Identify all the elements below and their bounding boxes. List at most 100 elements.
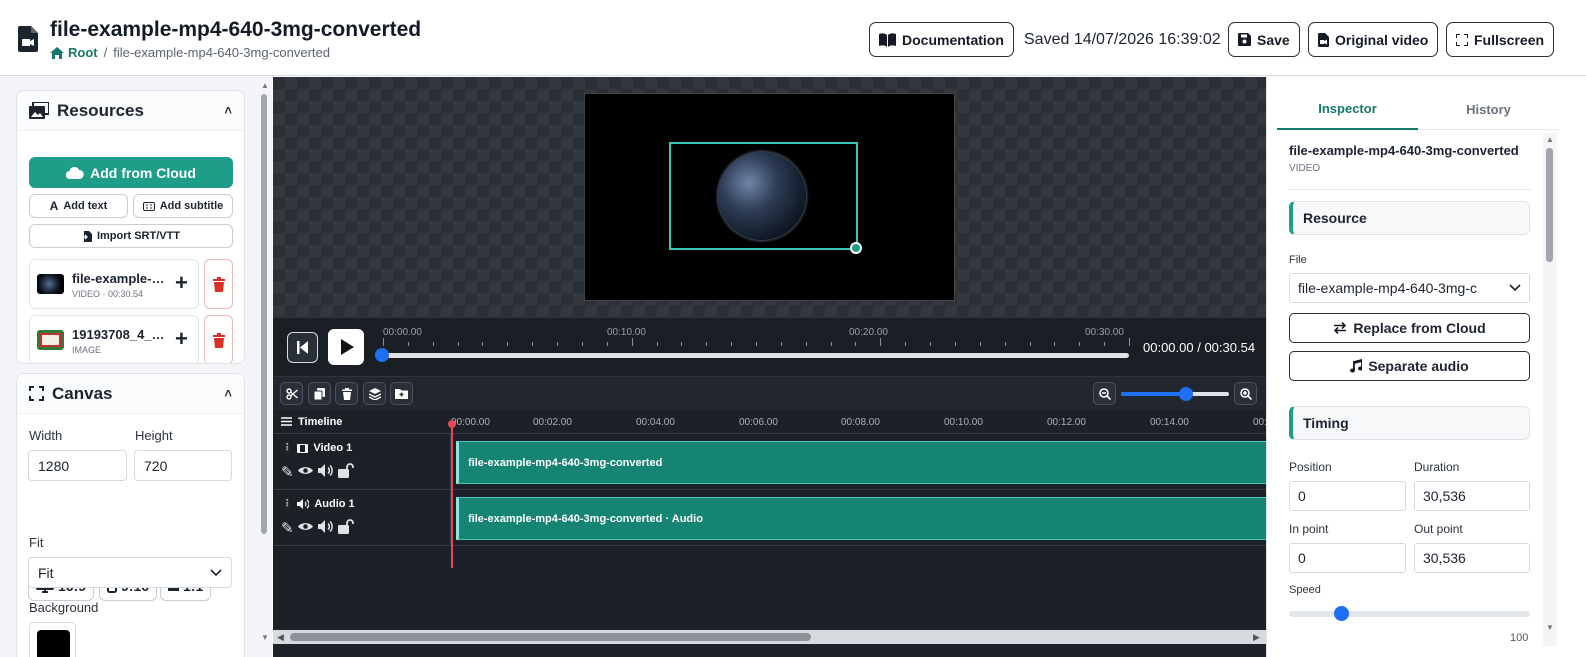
delete-resource-button[interactable] xyxy=(204,315,233,363)
speed-slider-track[interactable] xyxy=(1289,611,1530,617)
unlock-icon[interactable] xyxy=(337,519,354,534)
add-to-timeline-icon[interactable]: + xyxy=(175,328,188,350)
import-srt-vtt-button[interactable]: Import SRT/VTT xyxy=(29,224,233,248)
progress-tick xyxy=(532,342,534,346)
text-icon: A xyxy=(49,199,59,213)
volume-icon[interactable] xyxy=(317,519,334,534)
progress-tick xyxy=(805,342,807,346)
music-note-icon xyxy=(1350,359,1363,373)
ruler-label: 00:14.00 xyxy=(1150,417,1189,428)
track-name: Video 1 xyxy=(313,442,353,454)
resource-section-header[interactable]: Resource xyxy=(1289,201,1530,235)
chevron-up-icon[interactable]: ˄ xyxy=(224,103,232,118)
speed-label: Speed xyxy=(1289,584,1321,596)
timeline-scrollbar-thumb[interactable] xyxy=(290,633,811,641)
fit-select[interactable]: Fit xyxy=(28,557,232,588)
selection-box[interactable] xyxy=(669,142,858,250)
edit-icon[interactable]: ✎ xyxy=(281,463,294,481)
replace-from-cloud-button[interactable]: Replace from Cloud xyxy=(1289,313,1530,343)
timeline-toolbar xyxy=(273,376,1266,410)
layers-button[interactable] xyxy=(363,382,386,405)
player-controls: 00:00.00 00:10.00 00:20.00 00:30.00 00:0… xyxy=(273,318,1266,376)
out-point-label: Out point xyxy=(1414,522,1463,536)
progress-tick xyxy=(979,342,981,346)
progress-tick xyxy=(954,342,956,346)
speed-slider-handle[interactable] xyxy=(1334,606,1349,621)
copy-icon xyxy=(314,387,325,400)
tab-inspector[interactable]: Inspector xyxy=(1277,89,1418,130)
add-subtitle-button[interactable]: Add subtitle xyxy=(133,194,233,218)
skip-to-start-button[interactable] xyxy=(287,332,318,363)
split-button[interactable] xyxy=(280,382,303,405)
progress-tick xyxy=(756,342,757,346)
timeline-ruler[interactable]: 00:00.00 00:02.00 00:04.00 00:06.00 00:0… xyxy=(451,410,1266,434)
progress-tick xyxy=(1029,342,1031,346)
zoom-out-button[interactable] xyxy=(1093,382,1116,405)
progress-tick xyxy=(731,342,733,346)
scroll-right-arrow-icon[interactable]: ▶ xyxy=(1253,632,1260,643)
background-color-fill xyxy=(37,630,70,657)
edit-icon[interactable]: ✎ xyxy=(281,519,294,537)
progress-handle[interactable] xyxy=(375,348,389,362)
resource-item-video[interactable]: file-example-mp4-640-3mg-converted VIDEO… xyxy=(29,259,199,309)
play-button[interactable] xyxy=(328,329,364,365)
drag-handle-icon[interactable]: ⠇ xyxy=(285,499,292,510)
breadcrumb-separator: / xyxy=(103,45,108,60)
zoom-in-button[interactable] xyxy=(1234,382,1257,405)
background-color-swatch[interactable] xyxy=(29,622,76,657)
eye-icon[interactable] xyxy=(297,463,314,478)
zoom-slider-handle[interactable] xyxy=(1179,387,1193,401)
add-to-timeline-icon[interactable]: + xyxy=(175,272,188,294)
chevron-up-icon[interactable]: ˄ xyxy=(224,386,232,401)
resize-handle[interactable] xyxy=(850,242,862,254)
width-input[interactable]: 1280 xyxy=(28,450,127,481)
delete-resource-button[interactable] xyxy=(204,259,233,309)
playhead[interactable] xyxy=(451,424,453,568)
resource-item-image[interactable]: 19193708_4_christmas IMAGE + xyxy=(29,315,199,363)
left-panel: Resources ˄ Add from Cloud A Add text Ad… xyxy=(0,77,258,657)
progress-tick xyxy=(780,342,782,346)
save-button[interactable]: Save xyxy=(1228,22,1300,57)
in-point-input[interactable]: 0 xyxy=(1289,543,1406,573)
canvas-header[interactable]: Canvas ˄ xyxy=(17,374,244,414)
resource-meta: IMAGE xyxy=(72,345,102,355)
preview-area xyxy=(273,77,1266,318)
unlock-icon[interactable] xyxy=(337,463,354,478)
video-clip[interactable]: file-example-mp4-640-3mg-converted xyxy=(456,441,1266,484)
drag-handle-icon[interactable]: ⠇ xyxy=(285,443,292,454)
add-from-cloud-button[interactable]: Add from Cloud xyxy=(29,157,233,188)
progress-tick xyxy=(830,342,832,346)
progress-track[interactable] xyxy=(383,353,1129,358)
background-label: Background xyxy=(29,600,99,615)
duplicate-button[interactable] xyxy=(308,382,331,405)
delete-clip-button[interactable] xyxy=(335,382,358,405)
tab-history[interactable]: History xyxy=(1418,89,1559,130)
scroll-up-arrow-icon[interactable]: ▲ xyxy=(1546,135,1554,144)
file-select[interactable]: file-example-mp4-640-3mg-c xyxy=(1289,273,1530,303)
height-input[interactable]: 720 xyxy=(134,450,232,481)
track-header-video: ⠇ Video 1 ✎ xyxy=(273,434,451,490)
scroll-down-arrow-icon[interactable]: ▼ xyxy=(261,633,269,642)
scroll-down-arrow-icon[interactable]: ▼ xyxy=(1546,623,1554,632)
original-video-button[interactable]: Original video xyxy=(1308,22,1439,57)
add-folder-button[interactable] xyxy=(390,382,413,405)
separate-audio-button[interactable]: Separate audio xyxy=(1289,351,1530,381)
scroll-left-arrow-icon[interactable]: ◀ xyxy=(277,632,284,643)
documentation-button[interactable]: Documentation xyxy=(869,22,1014,57)
inspector-scrollbar-thumb[interactable] xyxy=(1546,148,1553,262)
breadcrumb-root[interactable]: Root xyxy=(50,45,98,60)
resources-header[interactable]: Resources ˄ xyxy=(17,91,244,131)
audio-clip[interactable]: file-example-mp4-640-3mg-converted · Aud… xyxy=(456,497,1266,540)
scroll-up-arrow-icon[interactable]: ▲ xyxy=(261,81,269,90)
timing-section-header[interactable]: Timing xyxy=(1289,406,1530,440)
volume-icon[interactable] xyxy=(317,463,334,478)
eye-icon[interactable] xyxy=(297,519,314,534)
zoom-in-icon xyxy=(1239,387,1252,400)
left-scrollbar-thumb[interactable] xyxy=(261,94,267,534)
duration-input[interactable]: 30,536 xyxy=(1414,481,1530,511)
speed-value: 100 xyxy=(1510,632,1529,644)
position-input[interactable]: 0 xyxy=(1289,481,1406,511)
out-point-input[interactable]: 30,536 xyxy=(1414,543,1530,573)
fullscreen-button[interactable]: Fullscreen xyxy=(1446,22,1555,57)
add-text-button[interactable]: A Add text xyxy=(29,194,128,218)
